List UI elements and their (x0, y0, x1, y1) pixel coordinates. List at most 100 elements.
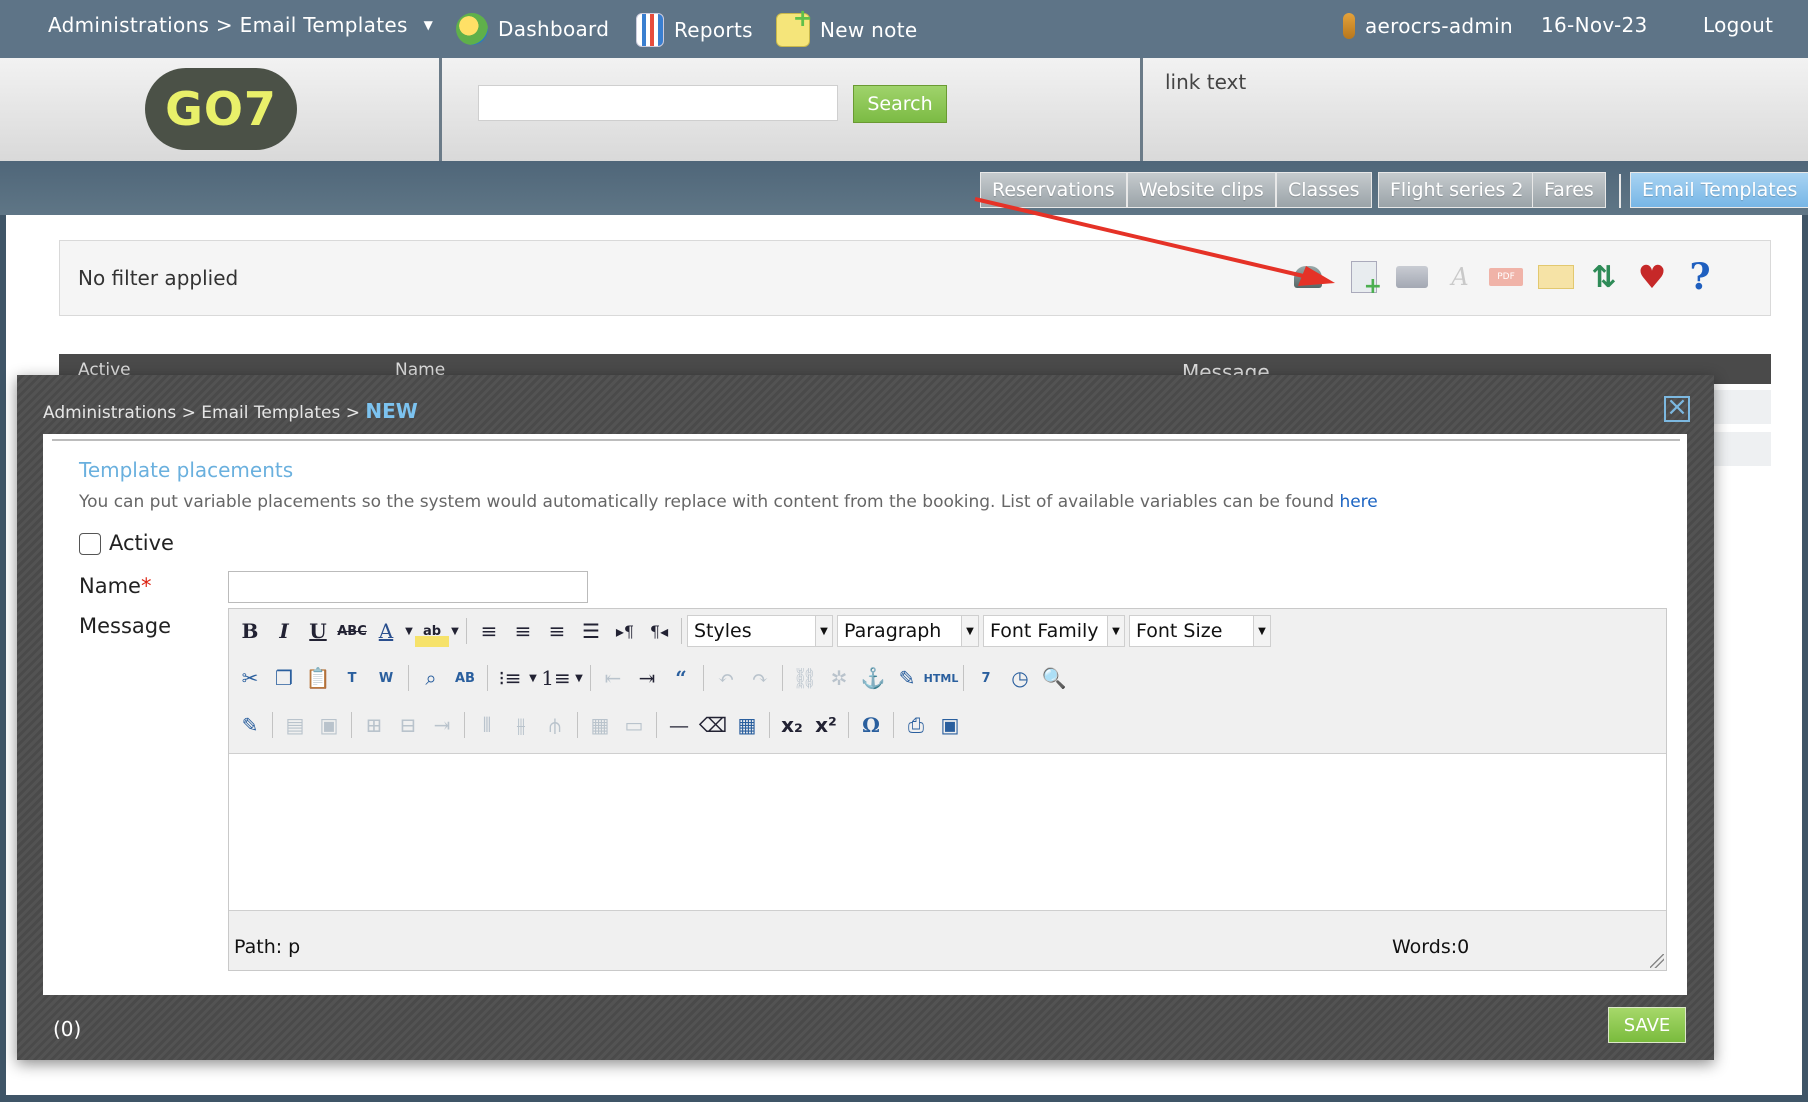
bold-icon[interactable]: B (233, 615, 267, 647)
paste-icon[interactable]: 📋 (301, 662, 335, 694)
fullscreen-icon[interactable]: ▣ (933, 709, 967, 741)
merge-cells-icon[interactable]: ▭ (617, 709, 651, 741)
paste-text-icon[interactable]: T (335, 662, 369, 694)
text-icon[interactable]: A (1440, 257, 1480, 297)
active-checkbox[interactable] (79, 533, 101, 555)
editor-content-area[interactable] (229, 753, 1666, 911)
delete-col-icon[interactable]: ⫛ (538, 709, 572, 741)
ltr-icon[interactable]: ▸¶ (608, 615, 642, 647)
bullet-list-icon[interactable]: ⁝≡ (493, 662, 527, 694)
preview-icon[interactable]: 🔍 (1037, 662, 1071, 694)
table-row-props-icon[interactable]: ▤ (278, 709, 312, 741)
tab-website-clips[interactable]: Website clips (1127, 172, 1276, 208)
chevron-down-icon[interactable]: ▼ (573, 662, 585, 694)
reports-link[interactable]: Reports (636, 13, 753, 47)
blockquote-icon[interactable]: “ (664, 662, 698, 694)
refresh-icon[interactable]: ⇅ (1584, 257, 1624, 297)
italic-icon[interactable]: I (267, 615, 301, 647)
subscript-icon[interactable]: x₂ (775, 709, 809, 741)
copy-icon[interactable]: ❐ (267, 662, 301, 694)
dashboard-link[interactable]: Dashboard (456, 13, 609, 45)
horizontal-rule-icon[interactable]: — (662, 709, 696, 741)
chevron-down-icon[interactable]: ▼ (527, 662, 539, 694)
edit-css-icon[interactable]: ✎ (233, 709, 267, 741)
col-before-icon[interactable]: ⫴ (470, 709, 504, 741)
insert-date-icon[interactable]: 7 (969, 662, 1003, 694)
email-icon[interactable] (1536, 257, 1576, 297)
font-color-icon[interactable]: A (369, 615, 403, 647)
col-after-icon[interactable]: ⫵ (504, 709, 538, 741)
resize-handle[interactable] (1650, 954, 1664, 968)
paragraph-dropdown[interactable]: Paragraph ▼ (837, 615, 979, 647)
underline-icon[interactable]: U (301, 615, 335, 647)
tab-classes[interactable]: Classes (1276, 172, 1372, 208)
logout-link[interactable]: Logout (1703, 13, 1773, 37)
toolbar-separator (577, 712, 578, 738)
undo-icon[interactable]: ↶ (709, 662, 743, 694)
insert-time-icon[interactable]: ◷ (1003, 662, 1037, 694)
align-justify-icon[interactable]: ☰ (574, 615, 608, 647)
table-cell-props-icon[interactable]: ▣ (312, 709, 346, 741)
font-family-dropdown[interactable]: Font Family ▼ (983, 615, 1125, 647)
admin-menu[interactable]: Administrations > Email Templates ▼ (48, 13, 433, 37)
section-title: Template placements (79, 458, 294, 482)
align-left-icon[interactable]: ≡ (472, 615, 506, 647)
user-menu[interactable]: aerocrs-admin (1343, 13, 1513, 39)
tab-flight-series-2[interactable]: Flight series 2 (1378, 172, 1536, 208)
help-icon[interactable]: ? (1680, 256, 1720, 298)
reports-icon (636, 13, 664, 47)
table-icon[interactable]: ▦ (730, 709, 764, 741)
cleanup-icon[interactable]: ✎ (890, 662, 924, 694)
name-field[interactable] (228, 571, 588, 603)
eraser-icon[interactable]: ⌫ (696, 709, 730, 741)
align-center-icon[interactable]: ≡ (506, 615, 540, 647)
replace-icon[interactable]: AB (448, 662, 482, 694)
row-after-icon[interactable]: ⊟ (391, 709, 425, 741)
numbered-list-icon[interactable]: 1≡ (539, 662, 573, 694)
redo-icon[interactable]: ↷ (743, 662, 777, 694)
chevron-down-icon[interactable]: ▼ (403, 615, 415, 647)
tab-email-templates[interactable]: Email Templates (1630, 172, 1808, 208)
favorite-icon[interactable]: ♥ (1632, 257, 1672, 297)
toolbar-separator (272, 712, 273, 738)
user-search-icon[interactable] (1288, 257, 1328, 297)
tab-fares[interactable]: Fares (1532, 172, 1606, 208)
new-note-link[interactable]: New note (776, 4, 917, 47)
font-size-dropdown[interactable]: Font Size ▼ (1129, 615, 1271, 647)
search-button[interactable]: Search (853, 85, 947, 123)
print-icon[interactable]: ⎙ (899, 709, 933, 741)
link-text[interactable]: link text (1165, 70, 1246, 94)
chevron-down-icon[interactable]: ▼ (449, 615, 461, 647)
cut-icon[interactable]: ✂ (233, 662, 267, 694)
rtl-icon[interactable]: ¶◂ (642, 615, 676, 647)
split-cells-icon[interactable]: ▦ (583, 709, 617, 741)
special-char-icon[interactable]: Ω (854, 709, 888, 741)
dashboard-icon (456, 13, 488, 45)
toolbar-separator (487, 665, 488, 691)
superscript-icon[interactable]: x² (809, 709, 843, 741)
highlight-color-icon[interactable]: ab (415, 615, 449, 647)
search-input[interactable] (478, 85, 838, 121)
tab-reservations[interactable]: Reservations (980, 172, 1127, 208)
unlink-icon[interactable]: ✲ (822, 662, 856, 694)
html-icon[interactable]: HTML (924, 662, 959, 694)
link-icon[interactable]: ⛓ (788, 662, 822, 694)
paste-word-icon[interactable]: W (369, 662, 403, 694)
anchor-icon[interactable]: ⚓ (856, 662, 890, 694)
indent-icon[interactable]: ⇥ (630, 662, 664, 694)
delete-row-icon[interactable]: ⇥ (425, 709, 459, 741)
toolbar-separator (590, 665, 591, 691)
find-icon[interactable]: ⌕ (414, 662, 448, 694)
print-icon[interactable] (1392, 257, 1432, 297)
row-before-icon[interactable]: ⊞ (357, 709, 391, 741)
close-icon[interactable]: × (1664, 394, 1690, 422)
align-right-icon[interactable]: ≡ (540, 615, 574, 647)
strikethrough-icon[interactable]: ABC (335, 615, 369, 647)
new-document-icon[interactable]: + (1344, 257, 1384, 298)
save-button[interactable]: SAVE (1608, 1007, 1686, 1043)
pdf-icon[interactable]: PDF (1486, 257, 1526, 297)
outdent-icon[interactable]: ⇤ (596, 662, 630, 694)
editor-toolbar-row: ✂ ❐ 📋 T W ⌕ AB ⁝≡ ▼ 1≡ ▼ ⇤ ⇥ “ ↶ ↷ ⛓ ✲ ⚓… (233, 662, 1071, 694)
styles-dropdown[interactable]: Styles ▼ (687, 615, 833, 647)
variables-link[interactable]: here (1339, 492, 1377, 512)
